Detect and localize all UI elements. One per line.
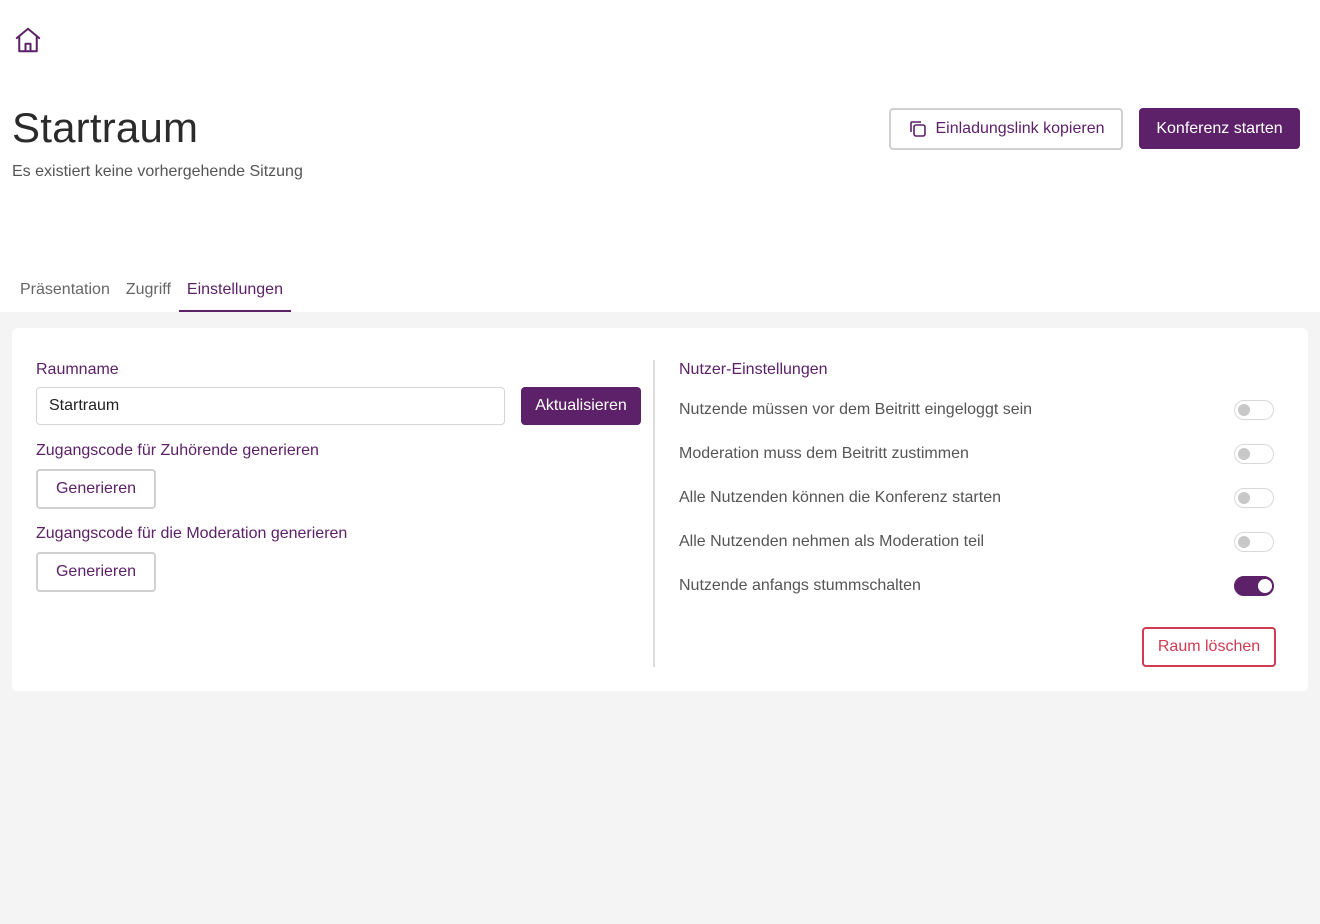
- delete-room-button[interactable]: Raum löschen: [1142, 627, 1276, 667]
- setting-require-login: Nutzende müssen vor dem Beitritt eingelo…: [679, 398, 1274, 422]
- room-name-input[interactable]: [36, 387, 505, 425]
- setting-moderation-approval: Moderation muss dem Beitritt zustimmen: [679, 442, 1274, 466]
- column-divider: [653, 360, 655, 667]
- page-subtitle: Es existiert keine vorhergehende Sitzung: [12, 163, 303, 180]
- copy-invite-link-button[interactable]: Einladungslink kopieren: [889, 108, 1123, 150]
- setting-label: Nutzende anfangs stummschalten: [679, 577, 921, 594]
- tab-settings[interactable]: Einstellungen: [178, 272, 291, 312]
- room-name-label: Raumname: [36, 361, 119, 378]
- setting-label: Alle Nutzenden nehmen als Moderation tei…: [679, 533, 985, 550]
- setting-mute-on-start: Nutzende anfangs stummschalten: [679, 574, 1274, 598]
- home-button[interactable]: [12, 24, 44, 56]
- all-moderators-toggle[interactable]: [1234, 532, 1274, 552]
- page-header: Startraum Es existiert keine vorhergehen…: [0, 0, 1320, 312]
- setting-label: Alle Nutzenden können die Konferenz star…: [679, 489, 1001, 506]
- setting-label: Moderation muss dem Beitritt zustimmen: [679, 445, 969, 462]
- user-settings-heading: Nutzer-Einstellungen: [679, 361, 828, 378]
- listener-code-label: Zugangscode für Zuhörende generieren: [36, 442, 319, 459]
- mute-on-start-toggle[interactable]: [1234, 576, 1274, 596]
- tab-presentation[interactable]: Präsentation: [12, 272, 118, 312]
- room-tabs: Präsentation Zugriff Einstellungen: [12, 272, 291, 312]
- page-title: Startraum: [12, 104, 199, 151]
- generate-listener-code-button[interactable]: Generieren: [36, 469, 156, 509]
- setting-all-moderators: Alle Nutzenden nehmen als Moderation tei…: [679, 530, 1274, 554]
- start-conference-button[interactable]: Konferenz starten: [1139, 108, 1300, 149]
- moderation-approval-toggle[interactable]: [1234, 444, 1274, 464]
- setting-label: Nutzende müssen vor dem Beitritt eingelo…: [679, 401, 1033, 418]
- copy-icon: [909, 121, 926, 137]
- tab-access[interactable]: Zugriff: [118, 272, 179, 312]
- setting-anyone-can-start: Alle Nutzenden können die Konferenz star…: [679, 486, 1274, 510]
- settings-card: Raumname Aktualisieren Zugangscode für Z…: [12, 328, 1308, 691]
- anyone-can-start-toggle[interactable]: [1234, 488, 1274, 508]
- require-login-toggle[interactable]: [1234, 400, 1274, 420]
- home-icon: [15, 27, 41, 53]
- moderation-code-label: Zugangscode für die Moderation generiere…: [36, 525, 348, 542]
- copy-invite-link-label: Einladungslink kopieren: [935, 120, 1105, 137]
- update-room-name-button[interactable]: Aktualisieren: [521, 387, 641, 425]
- generate-moderation-code-button[interactable]: Generieren: [36, 552, 156, 592]
